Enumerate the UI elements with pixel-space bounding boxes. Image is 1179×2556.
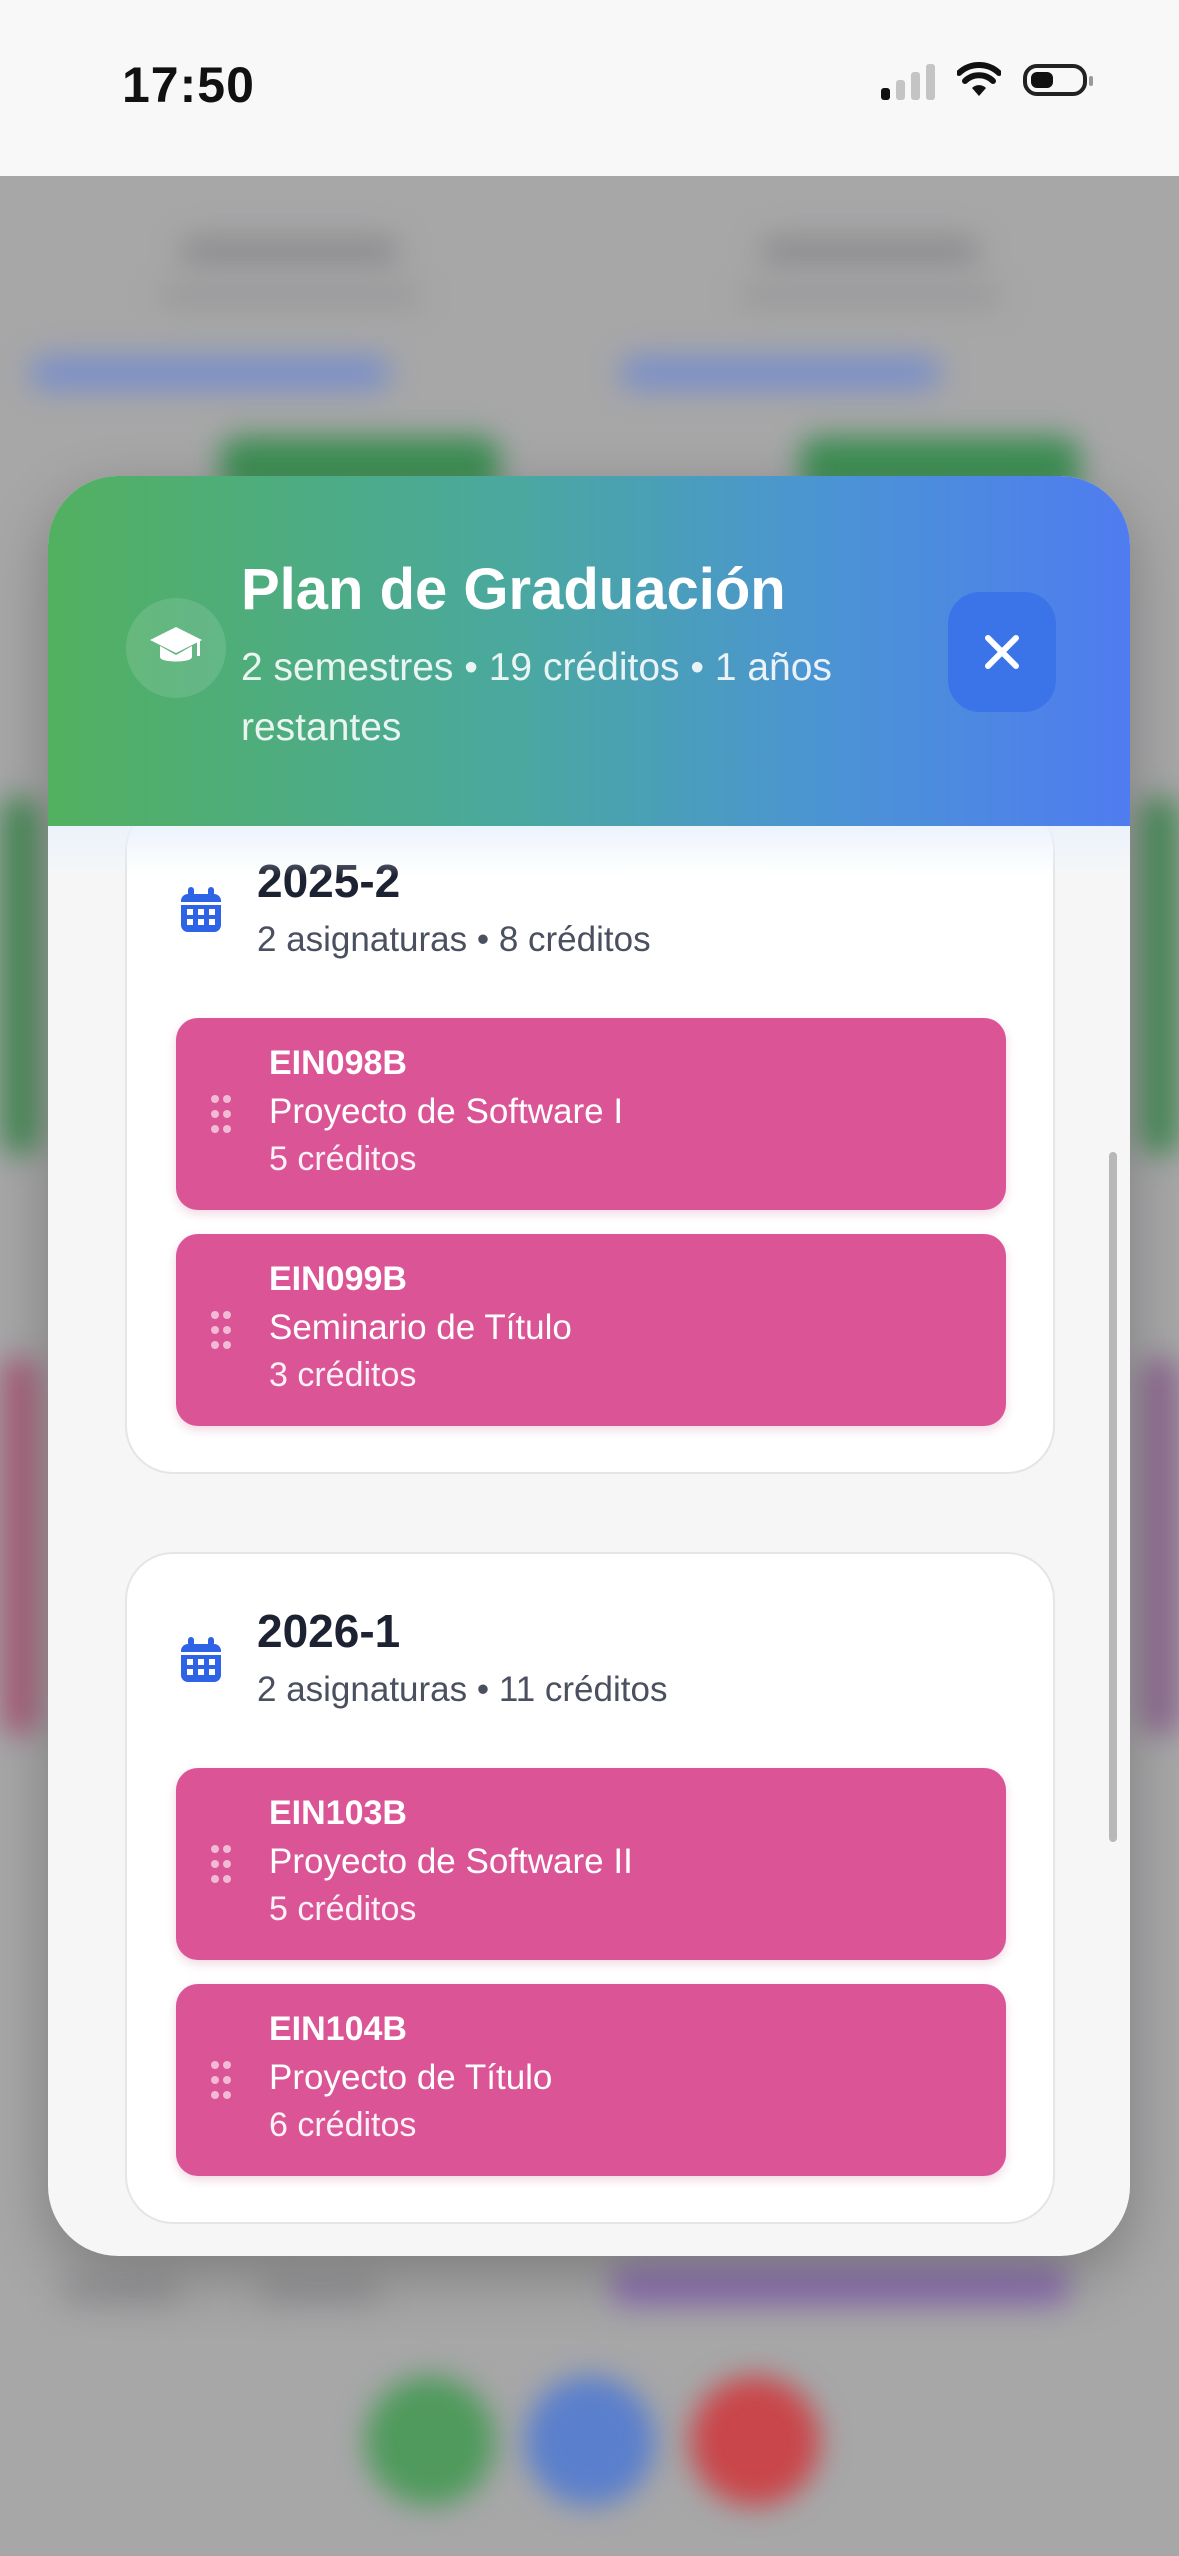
semester-title: 2026-1 (257, 1605, 401, 1657)
course-card[interactable]: EIN103B Proyecto de Software II 5 crédit… (176, 1768, 1006, 1960)
modal-subtitle: 2 semestres • 19 créditos • 1 años resta… (241, 646, 832, 749)
wifi-icon (957, 62, 1001, 96)
drag-handle-icon[interactable] (210, 1310, 232, 1350)
course-card[interactable]: EIN104B Proyecto de Título 6 créditos (176, 1984, 1006, 2176)
course-code: EIN099B (269, 1260, 407, 1298)
calendar-icon (181, 887, 221, 932)
calendar-icon (181, 1637, 221, 1682)
semester-card: 2026-1 2 asignaturas • 11 créditos EIN10… (125, 1552, 1055, 2224)
course-credits: 6 créditos (269, 2106, 417, 2144)
course-name: Proyecto de Título (269, 2058, 553, 2097)
cellular-signal-icon (881, 60, 935, 100)
course-credits: 5 créditos (269, 1890, 417, 1928)
drag-handle-icon[interactable] (210, 2060, 232, 2100)
scroll-fade (48, 826, 1130, 876)
close-icon (985, 635, 1019, 669)
course-code: EIN104B (269, 2010, 407, 2048)
course-credits: 5 créditos (269, 1140, 417, 1178)
semester-list[interactable]: 2025-2 2 asignaturas • 8 créditos EIN098… (48, 826, 1130, 2256)
course-card[interactable]: EIN099B Seminario de Título 3 créditos (176, 1234, 1006, 1426)
semester-summary: 2 asignaturas • 11 créditos (257, 1670, 668, 1709)
graduation-plan-modal: Plan de Graduación 2 semestres • 19 créd… (48, 476, 1130, 2256)
graduation-cap-icon (126, 598, 226, 698)
status-time: 17:50 (122, 57, 255, 113)
drag-handle-icon[interactable] (210, 1844, 232, 1884)
close-button[interactable] (948, 592, 1056, 712)
status-bar: 17:50 (0, 0, 1179, 176)
course-name: Seminario de Título (269, 1308, 572, 1347)
modal-header: Plan de Graduación 2 semestres • 19 créd… (48, 476, 1130, 826)
battery-icon (1023, 64, 1093, 96)
course-name: Proyecto de Software I (269, 1092, 624, 1131)
scrollbar[interactable] (1109, 1152, 1117, 1842)
modal-title: Plan de Graduación (241, 557, 786, 622)
course-card[interactable]: EIN098B Proyecto de Software I 5 crédito… (176, 1018, 1006, 1210)
status-icons (881, 60, 1093, 100)
drag-handle-icon[interactable] (210, 1094, 232, 1134)
course-name: Proyecto de Software II (269, 1842, 633, 1881)
semester-summary: 2 asignaturas • 8 créditos (257, 920, 651, 959)
semester-card: 2025-2 2 asignaturas • 8 créditos EIN098… (125, 826, 1055, 1474)
course-code: EIN098B (269, 1044, 407, 1082)
course-code: EIN103B (269, 1794, 407, 1832)
course-credits: 3 créditos (269, 1356, 417, 1394)
